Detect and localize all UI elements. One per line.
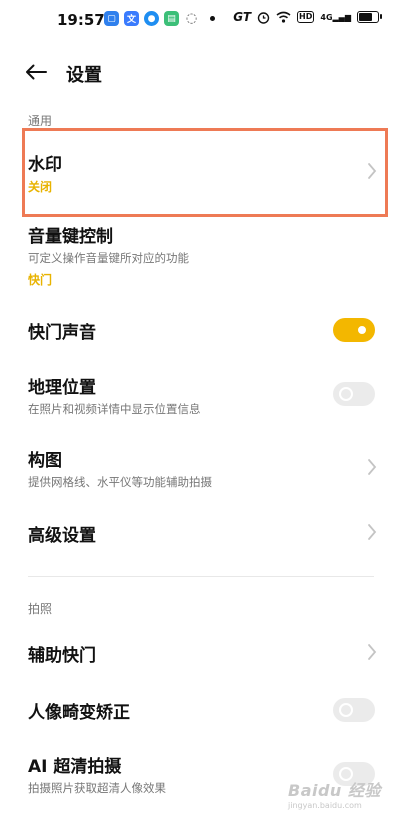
location-subtitle: 在照片和视频详情中显示位置信息 xyxy=(28,402,201,416)
signal-icon: 4G▂▄▆ xyxy=(320,12,351,22)
ai-hd-subtitle: 拍摄照片获取超清人像效果 xyxy=(28,781,166,795)
assist-shutter-setting[interactable]: 辅助快门 xyxy=(0,628,406,678)
location-title: 地理位置 xyxy=(28,378,96,398)
watermark-title: 水印 xyxy=(28,155,62,175)
advanced-title: 高级设置 xyxy=(28,526,96,546)
battery-icon xyxy=(357,11,382,23)
page-title: 设置 xyxy=(66,65,102,86)
shutter-sound-title: 快门声音 xyxy=(28,323,96,343)
shutter-sound-setting[interactable]: 快门声音 xyxy=(0,305,406,355)
blue-round-app-icon: ● xyxy=(144,11,159,26)
chevron-right-icon xyxy=(368,644,377,660)
composition-setting[interactable]: 构图 提供网格线、水平仪等功能辅助拍摄 xyxy=(0,434,406,500)
chevron-right-icon xyxy=(368,524,377,540)
portrait-correction-title: 人像畸变矫正 xyxy=(28,703,130,723)
chevron-right-icon xyxy=(368,459,377,475)
volume-key-value: 快门 xyxy=(28,273,53,287)
volume-key-setting[interactable]: 音量键控制 可定义操作音量键所对应的功能 快门 xyxy=(0,216,406,296)
blue-app-icon: ▢ xyxy=(104,11,119,26)
shutter-sound-toggle[interactable] xyxy=(333,318,375,342)
text-app-icon: 文 xyxy=(124,11,139,26)
advanced-setting[interactable]: 高级设置 xyxy=(0,508,406,558)
chat-app-icon: ◌ xyxy=(185,11,198,26)
location-setting[interactable]: 地理位置 在照片和视频详情中显示位置信息 xyxy=(0,360,406,426)
back-arrow-icon xyxy=(26,64,47,80)
volume-key-subtitle: 可定义操作音量键所对应的功能 xyxy=(28,251,189,265)
chevron-right-icon xyxy=(368,163,377,179)
notification-icons: ▢ 文 ● ▤ ◌ xyxy=(104,11,215,26)
section-photo-header: 拍照 xyxy=(28,602,53,616)
section-general-header: 通用 xyxy=(28,114,53,128)
status-indicators: GT HD 4G▂▄▆ xyxy=(233,10,382,24)
header: 设置 xyxy=(0,48,406,96)
watermark-setting[interactable]: 水印 关闭 xyxy=(0,130,406,216)
ai-hd-title: AI 超清拍摄 xyxy=(28,757,122,777)
portrait-correction-setting[interactable]: 人像畸变矫正 xyxy=(0,686,406,736)
baidu-watermark-logo: Baidu 经验 jingyan.baidu.com xyxy=(288,781,381,810)
volume-key-title: 音量键控制 xyxy=(28,227,113,247)
location-toggle[interactable] xyxy=(333,382,375,406)
assist-shutter-title: 辅助快门 xyxy=(28,646,96,666)
section-divider xyxy=(28,576,374,577)
composition-title: 构图 xyxy=(28,451,62,471)
watermark-value: 关闭 xyxy=(28,180,53,194)
green-app-icon: ▤ xyxy=(164,11,179,26)
gt-mode-icon: GT xyxy=(233,10,252,24)
hd-icon: HD xyxy=(297,11,315,23)
wifi-icon xyxy=(276,11,291,23)
more-notifications-dot xyxy=(210,16,215,21)
alarm-icon xyxy=(257,11,270,24)
back-button[interactable] xyxy=(22,58,50,86)
portrait-correction-toggle[interactable] xyxy=(333,698,375,722)
composition-subtitle: 提供网格线、水平仪等功能辅助拍摄 xyxy=(28,475,212,489)
status-time: 19:57 xyxy=(57,11,105,29)
status-bar: 19:57 ▢ 文 ● ▤ ◌ GT HD 4G▂▄▆ xyxy=(0,0,406,40)
